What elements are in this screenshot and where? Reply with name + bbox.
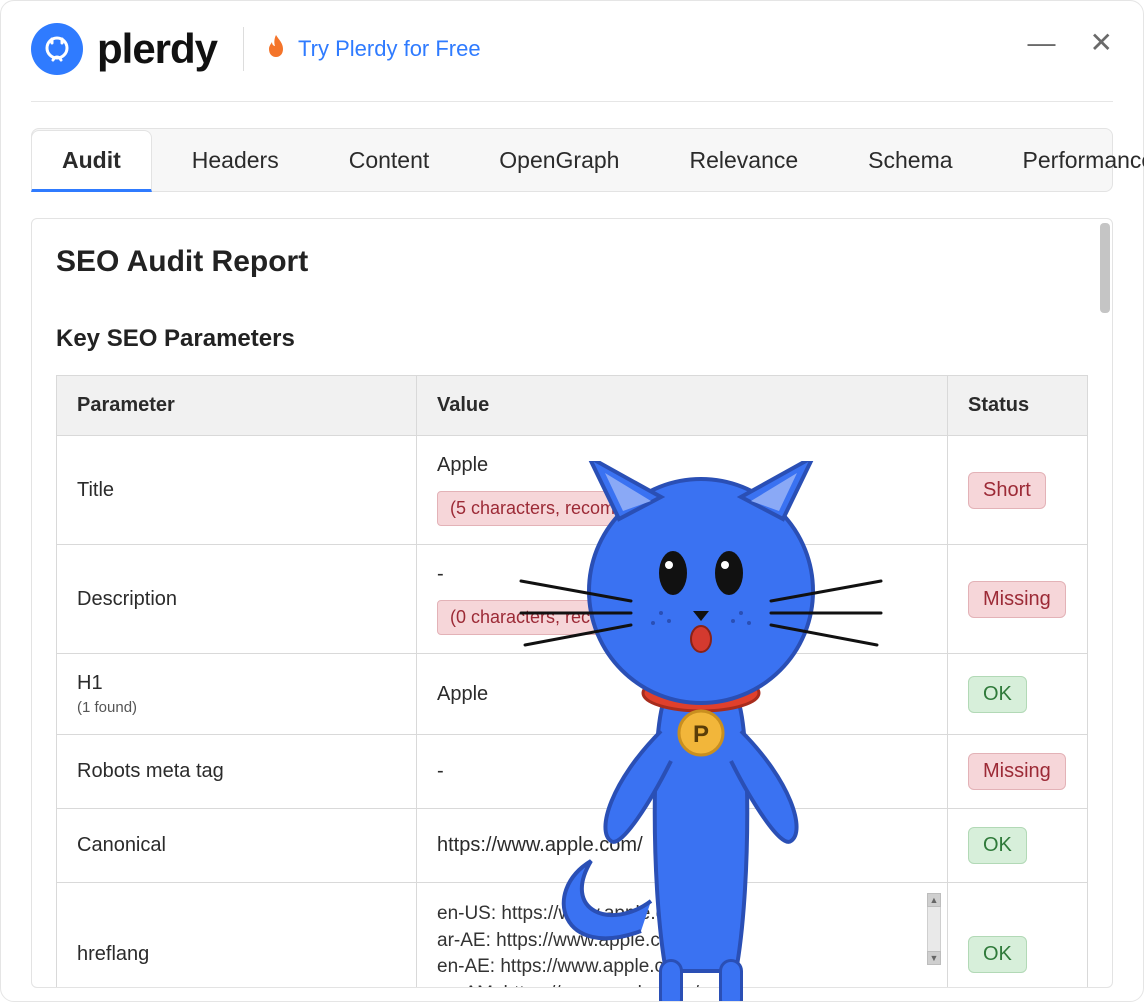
- value-cell: https://www.apple.com/: [417, 809, 948, 883]
- value-text: -: [437, 563, 927, 586]
- value-text: https://www.apple.com/: [437, 834, 927, 857]
- param-cell: Title: [57, 436, 417, 545]
- value-text: Apple: [437, 454, 927, 477]
- header-underline: [31, 101, 1113, 102]
- param-cell: Robots meta tag: [57, 735, 417, 809]
- topbar: plerdy Try Plerdy for Free — ✕: [1, 1, 1143, 93]
- hreflang-line: ar-AE: https://www.apple.com/ae-ar/: [437, 928, 917, 955]
- status-badge: OK: [968, 827, 1027, 864]
- status-badge: Short: [968, 472, 1046, 509]
- tab-headers[interactable]: Headers: [162, 129, 309, 191]
- plerdy-logo-icon: [31, 23, 83, 75]
- close-icon[interactable]: ✕: [1090, 29, 1113, 57]
- value-cell: Apple: [417, 654, 948, 735]
- col-value: Value: [417, 376, 948, 436]
- report-title: SEO Audit Report: [56, 245, 1088, 279]
- tab-bar: AuditHeadersContentOpenGraphRelevanceSch…: [31, 128, 1113, 192]
- tab-content[interactable]: Content: [319, 129, 460, 191]
- value-warning-note: (5 characters, recommen: [437, 491, 663, 526]
- hreflang-line: en-AE: https://www.apple.com/ae/: [437, 954, 917, 981]
- table-row: Title Apple (5 characters, recommen Short: [57, 436, 1088, 545]
- table-row: Robots meta tag- Missing: [57, 735, 1088, 809]
- param-subnote: (1 found): [77, 699, 396, 716]
- status-badge: Missing: [968, 753, 1066, 790]
- panel-scrollbar[interactable]: ▲: [1100, 223, 1110, 983]
- value-warning-note: (0 characters, recommended:: [437, 600, 698, 635]
- value-cell: -: [417, 735, 948, 809]
- col-status: Status: [948, 376, 1088, 436]
- brand-logo[interactable]: plerdy: [31, 23, 217, 75]
- seo-parameters-table: Parameter Value Status Title Apple (5 char…: [56, 375, 1088, 987]
- tab-schema[interactable]: Schema: [838, 129, 982, 191]
- param-cell: Description: [57, 545, 417, 654]
- status-badge: OK: [968, 936, 1027, 973]
- value-text: Apple: [437, 683, 927, 706]
- value-text: -: [437, 760, 927, 783]
- report-panel: ▲ SEO Audit Report Key SEO Parameters Pa…: [31, 218, 1113, 988]
- brand-name: plerdy: [97, 25, 217, 73]
- param-cell: hreflang: [57, 883, 417, 988]
- status-cell: Short: [948, 436, 1088, 545]
- cell-scrollbar[interactable]: ▲▼: [927, 893, 941, 965]
- status-badge: Missing: [968, 581, 1066, 618]
- tab-audit[interactable]: Audit: [31, 130, 152, 192]
- minimize-icon[interactable]: —: [1028, 29, 1056, 57]
- value-cell: en-US: https://www.apple.com/ar-AE: http…: [417, 883, 948, 988]
- table-row: Canonical https://www.apple.com/OK: [57, 809, 1088, 883]
- table-row: H1(1 found) Apple OK: [57, 654, 1088, 735]
- param-cell: Canonical: [57, 809, 417, 883]
- tab-opengraph[interactable]: OpenGraph: [469, 129, 649, 191]
- hreflang-line: en-AM: https://www.apple.com/am/: [437, 981, 917, 987]
- param-cell: H1(1 found): [57, 654, 417, 735]
- status-cell: Missing: [948, 545, 1088, 654]
- section-title: Key SEO Parameters: [56, 325, 1088, 353]
- hreflang-line: en-US: https://www.apple.com/: [437, 901, 917, 928]
- flame-icon: [266, 34, 286, 64]
- header-divider: [243, 27, 244, 71]
- status-cell: OK: [948, 883, 1088, 988]
- tab-performance[interactable]: Performance: [993, 129, 1144, 191]
- value-cell: Apple (5 characters, recommen: [417, 436, 948, 545]
- status-badge: OK: [968, 676, 1027, 713]
- value-cell: - (0 characters, recommended:: [417, 545, 948, 654]
- tab-relevance[interactable]: Relevance: [659, 129, 828, 191]
- status-cell: Missing: [948, 735, 1088, 809]
- status-cell: OK: [948, 809, 1088, 883]
- try-free-link[interactable]: Try Plerdy for Free: [298, 36, 481, 62]
- table-row: hreflangen-US: https://www.apple.com/ar-…: [57, 883, 1088, 988]
- col-parameter: Parameter: [57, 376, 417, 436]
- status-cell: OK: [948, 654, 1088, 735]
- table-row: Description- (0 characters, recommended: M…: [57, 545, 1088, 654]
